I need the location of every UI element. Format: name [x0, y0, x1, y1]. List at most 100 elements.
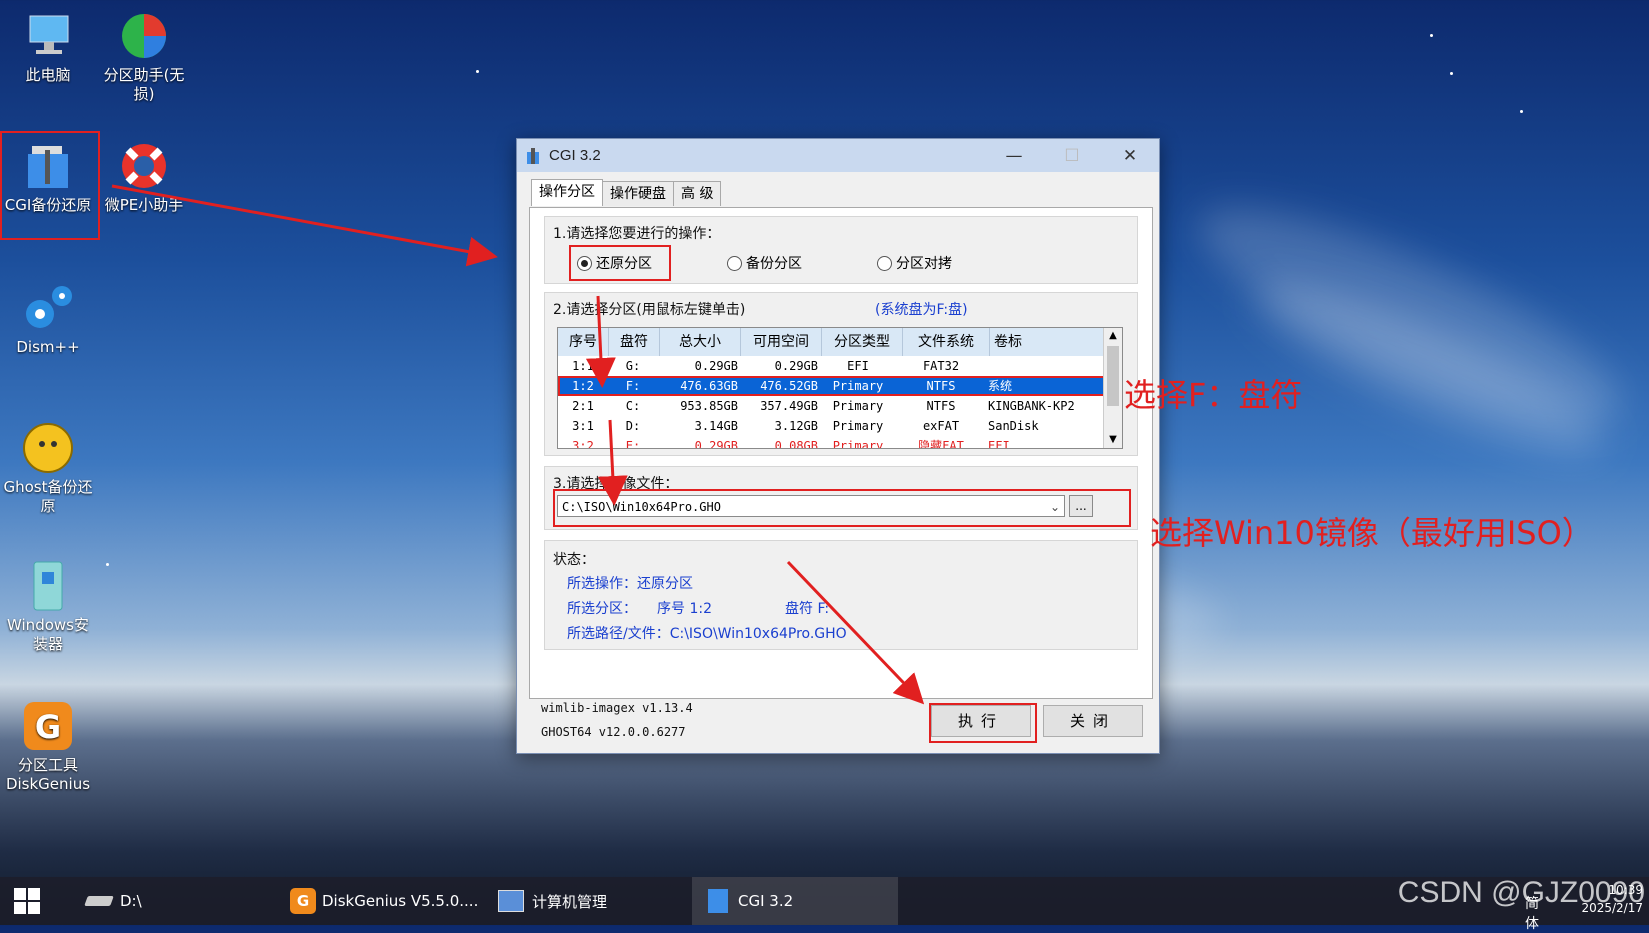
- cell-total-size: 0.29GB: [694, 359, 738, 373]
- desktop-icon-diskgenius[interactable]: G 分区工具DiskGenius: [0, 700, 96, 794]
- scroll-up-icon[interactable]: ▲: [1104, 328, 1122, 344]
- operation-group-title: 1.请选择您要进行的操作：: [553, 226, 721, 242]
- col-filesystem[interactable]: 文件系统: [903, 328, 990, 356]
- cell-drive: F:: [625, 379, 641, 393]
- ghost-version: GHOST64 v12.0.0.6277: [541, 725, 686, 739]
- pie-chart-icon: [118, 10, 170, 62]
- partition-group: 2.请选择分区(用鼠标左键单击) (系统盘为F:盘) 序号 盘符 总大小 可用空…: [544, 292, 1138, 456]
- start-button[interactable]: [14, 877, 46, 925]
- window-title: CGI 3.2: [549, 147, 601, 164]
- desktop-icon-windows-installer[interactable]: Windows安装器: [0, 560, 96, 654]
- taskbar-item-cgi[interactable]: CGI 3.2: [692, 877, 898, 925]
- radio-dot-icon: [877, 255, 892, 271]
- status-partition-drive: 盘符 F:: [785, 601, 830, 617]
- radio-backup-partition[interactable]: 备份分区: [727, 253, 802, 273]
- desktop-icon-this-pc[interactable]: 此电脑: [0, 10, 96, 85]
- partition-list-scrollbar[interactable]: ▲ ▼: [1103, 328, 1122, 448]
- col-drive[interactable]: 盘符: [609, 328, 660, 356]
- minimize-button[interactable]: —: [985, 139, 1043, 172]
- tab-strip: 操作分区 操作硬盘 高 级: [531, 179, 722, 206]
- taskbar-item-computer-management[interactable]: 计算机管理: [492, 877, 613, 925]
- cell-partition-type: Primary: [832, 439, 884, 449]
- image-file-group: 3.请选择镜像文件： C:\ISO\Win10x64Pro.GHO ⌄ ...: [544, 466, 1138, 530]
- computer-icon: [22, 10, 74, 62]
- desktop-icon-label: Windows安装器: [7, 616, 89, 653]
- cell-index: 3:1: [572, 419, 594, 433]
- cell-filesystem: NTFS: [926, 379, 956, 393]
- cell-volume-label: 系统: [988, 379, 1013, 393]
- col-index[interactable]: 序号: [558, 328, 609, 356]
- col-partition-type[interactable]: 分区类型: [822, 328, 903, 356]
- col-free-space[interactable]: 可用空间: [741, 328, 822, 356]
- partition-row[interactable]: 1:1 G: 0.29GB 0.29GB EFI FAT32: [558, 356, 1122, 376]
- radio-label: 备份分区: [746, 256, 802, 272]
- desktop-icon-partition-assistant[interactable]: 分区助手(无损): [96, 10, 192, 104]
- col-total-size[interactable]: 总大小: [660, 328, 741, 356]
- system-drive-note: (系统盘为F:盘): [875, 302, 968, 318]
- windows-logo-icon: [14, 888, 40, 914]
- annotation-select-image: 选择Win10镜像（最好用ISO）: [1150, 514, 1594, 552]
- tab-advanced[interactable]: 高 级: [673, 181, 722, 206]
- image-path-highlight-box: [553, 489, 1131, 527]
- ghost-icon: [22, 422, 74, 474]
- close-window-button[interactable]: ✕: [1101, 139, 1159, 172]
- partition-row[interactable]: 3:1 D: 3.14GB 3.12GB Primary exFAT SanDi…: [558, 416, 1122, 436]
- title-bar[interactable]: CGI 3.2 — ☐ ✕: [517, 139, 1159, 172]
- cell-free-space: 0.08GB: [774, 439, 818, 449]
- scroll-thumb[interactable]: [1107, 346, 1119, 406]
- partition-group-title: 2.请选择分区(用鼠标左键单击): [553, 302, 746, 318]
- diskgenius-icon: G: [22, 700, 74, 752]
- taskbar-item-diskgenius[interactable]: G DiskGenius V5.5.0....: [284, 877, 484, 925]
- cell-filesystem: exFAT: [922, 419, 960, 433]
- tab-operate-partition[interactable]: 操作分区: [531, 179, 603, 206]
- cell-total-size: 3.14GB: [694, 419, 738, 433]
- desktop-icon-label: 此电脑: [25, 66, 71, 84]
- cell-index: 1:2: [572, 379, 594, 393]
- radio-copy-partition[interactable]: 分区对拷: [877, 253, 952, 273]
- cell-volume-label: SanDisk: [988, 419, 1039, 433]
- operation-group: 1.请选择您要进行的操作： 还原分区 备份分区 分区对拷: [544, 216, 1138, 284]
- tab-operate-disk[interactable]: 操作硬盘: [602, 181, 674, 206]
- partition-row[interactable]: 2:1 C: 953.85GB 357.49GB Primary NTFS KI…: [558, 396, 1122, 416]
- cell-free-space: 357.49GB: [760, 399, 818, 413]
- cell-partition-type: EFI: [847, 359, 869, 373]
- installer-box-icon: [22, 560, 74, 612]
- cgi-app-icon: [525, 147, 541, 165]
- svg-text:G: G: [35, 708, 61, 746]
- close-button[interactable]: 关闭: [1043, 705, 1143, 737]
- cell-total-size: 953.85GB: [680, 399, 738, 413]
- desktop-icon-label: Dism++: [16, 338, 80, 356]
- lifebuoy-icon: [118, 140, 170, 192]
- gear-icon: [22, 282, 74, 334]
- cell-index: 2:1: [572, 399, 594, 413]
- col-volume-label[interactable]: 卷标: [990, 328, 1114, 356]
- desktop-icon-label: 微PE小助手: [104, 196, 184, 214]
- cell-partition-type: Primary: [832, 399, 884, 413]
- status-title: 状态：: [553, 552, 595, 568]
- cgi-window: CGI 3.2 — ☐ ✕ 操作分区 操作硬盘 高 级 1.请选择您要进行的操作…: [516, 138, 1160, 754]
- annotation-select-drive: 选择F：盘符: [1124, 376, 1303, 414]
- restore-highlight-box: [569, 245, 671, 281]
- drive-icon: [84, 896, 114, 906]
- cell-drive: C:: [625, 399, 641, 413]
- maximize-button[interactable]: ☐: [1043, 139, 1101, 172]
- cell-partition-type: Primary: [832, 379, 884, 393]
- cell-drive: E:: [625, 439, 641, 449]
- desktop-icon-dism[interactable]: Dism++: [0, 282, 96, 357]
- desktop-icon-wepe[interactable]: 微PE小助手: [96, 140, 192, 215]
- partition-row-hidden[interactable]: 3:2 E: 0.29GB 0.08GB Primary 隐藏FAT EFI: [558, 436, 1122, 449]
- partition-list[interactable]: 序号 盘符 总大小 可用空间 分区类型 文件系统 卷标 1:1 G: 0.29G…: [557, 327, 1123, 449]
- cell-filesystem: 隐藏FAT: [918, 439, 964, 449]
- cell-volume-label: KINGBANK-KP2: [988, 399, 1075, 413]
- desktop-icon-ghost[interactable]: Ghost备份还原: [0, 422, 96, 516]
- taskbar-item-drive-d[interactable]: D:\: [78, 877, 150, 925]
- scroll-down-icon[interactable]: ▼: [1104, 432, 1122, 448]
- cell-total-size: 0.29GB: [694, 439, 738, 449]
- status-partition-index: 序号 1:2: [657, 601, 712, 617]
- computer-management-icon: [498, 890, 524, 912]
- partition-row-selected[interactable]: 1:2 F: 476.63GB 476.52GB Primary NTFS 系统: [558, 376, 1122, 396]
- status-path: 所选路径/文件：C:\ISO\Win10x64Pro.GHO: [567, 626, 847, 642]
- taskbar-item-label: 计算机管理: [532, 892, 608, 911]
- taskbar-item-label: CGI 3.2: [738, 892, 794, 910]
- cell-volume-label: EFI: [988, 439, 1010, 449]
